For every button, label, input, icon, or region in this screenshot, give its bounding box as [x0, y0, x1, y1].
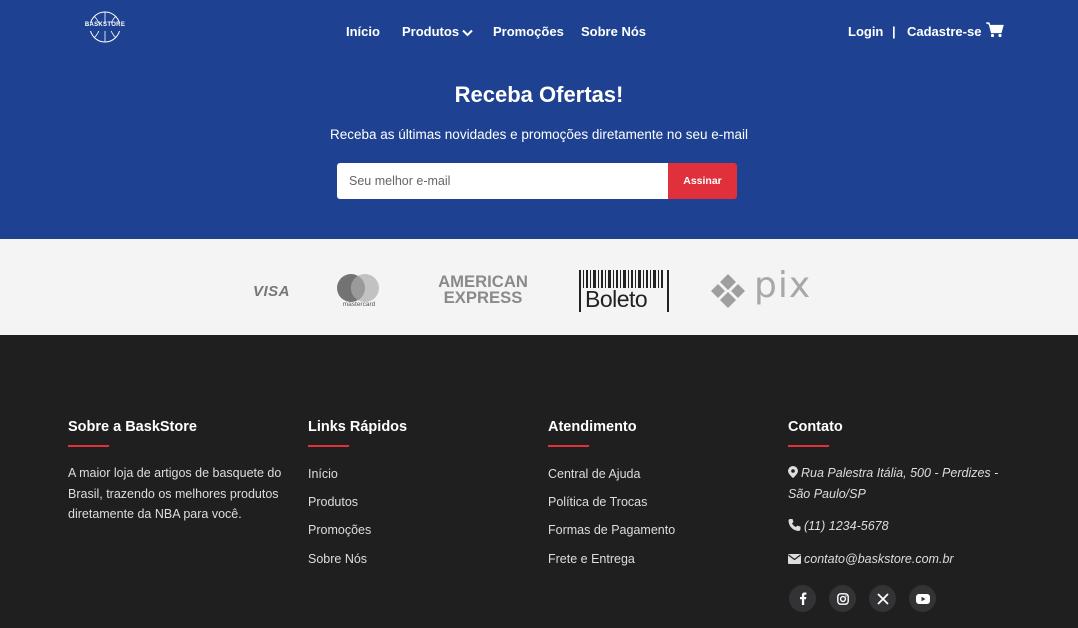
signup-link[interactable]: Cadastre-se [907, 24, 981, 39]
mastercard-logo: mastercard [334, 273, 382, 313]
footer-about-underline [68, 445, 109, 447]
boleto-text: Boleto [585, 286, 648, 312]
contact-email-text: contato@baskstore.com.br [804, 552, 954, 566]
login-link[interactable]: Login [848, 24, 883, 39]
mastercard-circles-icon [337, 274, 379, 302]
footer-about-text: A maior loja de artigos de basquete do B… [68, 466, 282, 521]
x-icon [876, 592, 889, 605]
boleto-left-bar [579, 270, 581, 312]
contact-phone-text: (11) 1234-5678 [804, 519, 889, 533]
facebook-icon [799, 592, 806, 605]
contact-email: contato@baskstore.com.br [788, 549, 954, 570]
footer-links-title: Links Rápidos [308, 419, 408, 435]
footer-link-promocoes[interactable]: Promoções [308, 523, 371, 537]
newsletter-section: Receba Ofertas! Receba as últimas novida… [0, 62, 1078, 239]
footer-link-produtos[interactable]: Produtos [308, 495, 358, 509]
pix-logo: pix [708, 265, 824, 313]
footer-link-frete-entrega[interactable]: Frete e Entrega [548, 552, 635, 566]
shopping-cart-icon[interactable] [986, 22, 1004, 38]
pix-text: pix [754, 265, 812, 306]
newsletter-email-input[interactable] [337, 163, 668, 199]
footer-support-underline [548, 445, 589, 447]
facebook-button[interactable] [789, 585, 816, 612]
footer-link-sobre-nos[interactable]: Sobre Nós [308, 552, 367, 566]
footer-link-inicio[interactable]: Início [308, 467, 338, 481]
instagram-icon [836, 592, 849, 605]
nav-link-produtos[interactable]: Produtos [402, 24, 473, 39]
newsletter-subtitle: Receba as últimas novidades e promoções … [330, 127, 748, 142]
newsletter-title: Receba Ofertas! [454, 82, 624, 107]
chevron-down-icon [462, 29, 473, 37]
pix-diamond-icon [711, 274, 745, 308]
boleto-logo: Boleto [579, 270, 670, 312]
contact-address-text: Rua Palestra Itália, 500 - Perdizes - Sã… [788, 466, 999, 501]
nav-separator: | [892, 24, 896, 39]
logo-text: BASKSTORE [84, 22, 126, 28]
map-pin-icon [788, 466, 798, 478]
subscribe-button[interactable]: Assinar [668, 163, 737, 199]
footer-link-formas-pagamento[interactable]: Formas de Pagamento [548, 523, 675, 537]
nav-link-promocoes[interactable]: Promoções [493, 24, 564, 39]
youtube-icon [915, 593, 930, 604]
boleto-right-bar [667, 270, 669, 312]
envelope-icon [788, 554, 801, 564]
site-footer: Sobre a BaskStore A maior loja de artigo… [0, 335, 1078, 628]
youtube-button[interactable] [909, 585, 936, 612]
footer-links-underline [308, 445, 349, 447]
contact-phone: (11) 1234-5678 [788, 516, 889, 537]
footer-support-title: Atendimento [548, 419, 637, 435]
footer-link-central-ajuda[interactable]: Central de Ajuda [548, 467, 640, 481]
x-button[interactable] [869, 585, 896, 612]
phone-icon [788, 519, 801, 531]
nav-link-produtos-label: Produtos [402, 24, 460, 39]
contact-address: Rua Palestra Itália, 500 - Perdizes - Sã… [788, 463, 1003, 504]
instagram-button[interactable] [829, 585, 856, 612]
footer-contact-title: Contato [788, 419, 843, 435]
top-navbar: BASKSTORE Início Produtos Promoções Sobr… [0, 0, 1078, 62]
visa-logo: VISA [253, 283, 291, 300]
nav-link-sobre-nos[interactable]: Sobre Nós [581, 24, 646, 39]
mastercard-text: mastercard [342, 301, 376, 308]
payment-methods-strip: VISA mastercard AMERICAN EXPRESS Boleto … [0, 239, 1078, 335]
footer-link-politica-trocas[interactable]: Política de Trocas [548, 495, 647, 509]
amex-line-2: EXPRESS [443, 288, 523, 307]
amex-logo: AMERICAN EXPRESS [433, 273, 533, 307]
nav-link-inicio[interactable]: Início [346, 24, 380, 39]
footer-about-title: Sobre a BaskStore [68, 419, 197, 435]
footer-contact-underline [788, 445, 829, 447]
